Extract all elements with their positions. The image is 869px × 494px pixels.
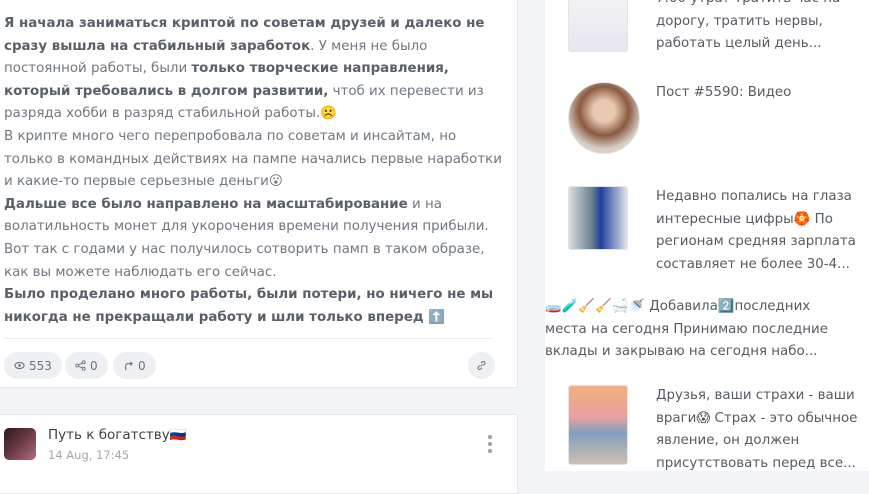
channel-name[interactable]: Путь к богатству🇷🇺 (48, 427, 187, 443)
related-post-text: Пост #5590: Видео (656, 85, 792, 100)
post-thumbnail (568, 0, 628, 52)
bold-text: Дальше все было направлено на масштабиро… (4, 196, 408, 212)
related-post-text: 🧫🧪🧹🧹🛁🚿 Добавила2️⃣последних места на сег… (545, 299, 828, 360)
divider (4, 338, 493, 339)
post-paragraph: Я начала заниматься криптой по советам д… (4, 13, 504, 126)
channel-avatar[interactable] (4, 428, 36, 460)
next-post-card: Путь к богатству🇷🇺 14 Aug, 17:45 (0, 414, 518, 494)
share-icon (75, 360, 86, 371)
post-card: Я начала заниматься криптой по советам д… (0, 0, 518, 388)
post-paragraph: В крипте много чего перепробовала по сов… (4, 126, 504, 194)
post-text: Я начала заниматься криптой по советам д… (4, 13, 504, 329)
views-count: 553 (29, 358, 52, 373)
share-button[interactable]: 0 (65, 352, 108, 379)
text: В крипте много чего перепробовала по сов… (4, 128, 502, 190)
post-paragraph: Дальше все было направлено на масштабиро… (4, 194, 504, 284)
more-menu-button[interactable] (488, 435, 492, 453)
related-post-text: Друзья, ваши страхи - ваши враги😱 Страх … (656, 388, 858, 471)
post-date: 14 Aug, 17:45 (48, 448, 130, 462)
post-paragraph: Было проделано много работы, были потери… (4, 284, 504, 329)
forward-button[interactable]: 0 (113, 352, 156, 379)
related-posts-sidebar: 7:00 утра? Тратить час на дорогу, тратит… (545, 0, 869, 471)
bold-text: Было проделано много работы, были потери… (4, 287, 494, 325)
forward-icon (125, 361, 133, 371)
related-post-text: 7:00 утра? Тратить час на дорогу, тратит… (656, 0, 840, 52)
post-thumbnail (568, 82, 640, 154)
link-icon (477, 361, 486, 370)
forwards-count: 0 (138, 358, 146, 373)
copy-link-button[interactable] (468, 352, 495, 379)
eye-icon (14, 361, 25, 370)
post-thumbnail (568, 385, 628, 465)
shares-count: 0 (90, 358, 98, 373)
related-post-text: Недавно попались на глаза интересные циф… (656, 189, 856, 272)
post-thumbnail (568, 186, 628, 250)
views-button[interactable]: 553 (4, 352, 62, 379)
